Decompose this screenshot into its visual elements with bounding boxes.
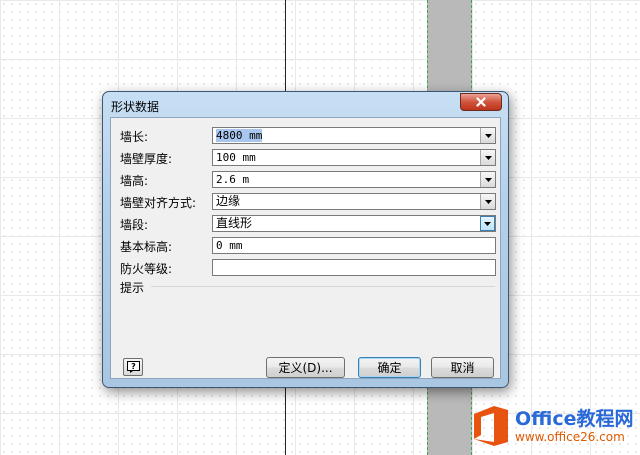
dropdown-arrow-icon — [484, 199, 492, 204]
field-value: 4800 mm — [216, 129, 263, 142]
help-button[interactable]: ? — [123, 358, 143, 376]
base-elevation-input[interactable]: 0 mm — [212, 237, 496, 254]
close-icon — [476, 97, 486, 107]
field-label: 墙高: — [120, 174, 149, 188]
dropdown-arrow-icon — [484, 133, 492, 138]
dropdown-arrow-icon — [484, 177, 492, 182]
hint-divider — [151, 286, 495, 287]
field-label: 防火等级: — [120, 262, 173, 276]
svg-text:?: ? — [131, 362, 136, 371]
field-value: 边缘 — [216, 194, 241, 208]
dropdown-arrow-icon — [484, 155, 492, 160]
wall-thickness-combobox[interactable]: 100 mm — [212, 149, 496, 166]
field-label: 墙壁厚度: — [120, 152, 173, 166]
dialog-title: 形状数据 — [111, 100, 160, 114]
office-watermark-logo: Office教程网 www.office26.com — [472, 401, 634, 451]
wall-length-combobox[interactable]: 4800 mm — [212, 127, 496, 144]
fire-rating-input[interactable] — [212, 259, 496, 276]
dropdown-button[interactable] — [480, 128, 495, 143]
dropdown-button[interactable] — [480, 194, 495, 209]
logo-name: Office教程网 — [515, 407, 634, 430]
field-label: 墙长: — [120, 130, 149, 144]
shape-data-dialog: 形状数据 墙长: 4800 mm 墙壁厚度: 100 mm 墙高: 2.6 m … — [102, 91, 509, 388]
field-label: 墙段: — [120, 218, 149, 232]
office-logo-icon — [474, 406, 508, 446]
field-label: 基本标高: — [120, 240, 173, 254]
close-button[interactable] — [460, 93, 502, 111]
help-icon: ? — [126, 361, 140, 373]
cancel-button[interactable]: 取消 — [431, 357, 494, 378]
dropdown-button[interactable] — [480, 172, 495, 187]
field-value: 100 mm — [216, 151, 256, 164]
field-value: 直线形 — [216, 216, 253, 230]
wall-segment-combobox[interactable]: 直线形 — [212, 215, 496, 232]
dropdown-button[interactable] — [480, 216, 495, 231]
dropdown-button[interactable] — [480, 150, 495, 165]
dropdown-arrow-icon — [484, 221, 491, 226]
ok-button[interactable]: 确定 — [358, 357, 421, 378]
wall-alignment-combobox[interactable]: 边缘 — [212, 193, 496, 210]
field-label: 墙壁对齐方式: — [120, 196, 197, 210]
dialog-client-area: 墙长: 4800 mm 墙壁厚度: 100 mm 墙高: 2.6 m 墙壁对齐方… — [110, 117, 501, 379]
define-button[interactable]: 定义(D)... — [266, 357, 345, 378]
wall-height-combobox[interactable]: 2.6 m — [212, 171, 496, 188]
hint-label: 提示 — [120, 281, 145, 295]
logo-url: www.office26.com — [515, 429, 625, 444]
field-value: 0 mm — [216, 239, 243, 252]
field-value: 2.6 m — [216, 173, 250, 186]
